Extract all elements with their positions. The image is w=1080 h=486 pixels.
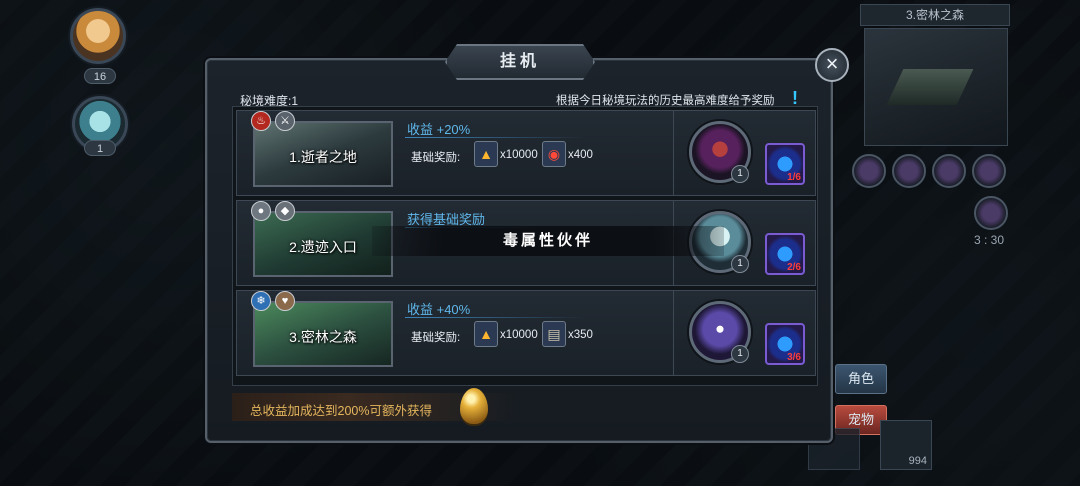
pet-3-level: 1 [731, 345, 749, 363]
inventory-count: 994 [908, 455, 927, 467]
golden-egg-icon[interactable] [460, 388, 488, 424]
upgrade-arrow-icon[interactable]: ▲ [474, 141, 498, 167]
crystal-count: 2/6 [787, 262, 801, 273]
row-divider [673, 111, 674, 195]
stage-3-scene[interactable]: 3.密林之森 [253, 301, 393, 367]
stage-1-name: 1.逝者之地 [289, 149, 357, 165]
tab-role[interactable]: 角色 [835, 364, 887, 394]
skill-icon-4[interactable] [972, 154, 1006, 188]
snowflake-icon: ❄ [251, 291, 271, 311]
hero-2-level: 1 [84, 140, 116, 156]
skill-icon-3[interactable] [932, 154, 966, 188]
stage-row-1[interactable]: 1.逝者之地 ♨ ⚔ 收益 +20% 基础奖励: ▲ x10000 ◉ x400… [236, 110, 816, 196]
reward-a-qty: x10000 [500, 329, 538, 341]
pet-tooltip: 毒属性伙伴 [372, 226, 724, 256]
stage-3-name: 3.密林之森 [289, 329, 357, 345]
minimap[interactable] [864, 28, 1008, 146]
shield-icon: ◆ [275, 201, 295, 221]
skill-icon-2[interactable] [892, 154, 926, 188]
reward-b-qty: x350 [568, 329, 593, 341]
heart-icon: ♥ [275, 291, 295, 311]
blue-crystal-icon[interactable]: 2/6 [765, 233, 805, 275]
stage-2-name: 2.遗迹入口 [289, 239, 357, 255]
base-reward-label: 基础奖励: [411, 152, 461, 164]
fire-icon: ♨ [251, 111, 271, 131]
bonus-underline [405, 317, 585, 318]
stage-1-scene[interactable]: 1.逝者之地 [253, 121, 393, 187]
reward-a-qty: x10000 [500, 149, 538, 161]
inventory-slot[interactable]: 994 [880, 420, 932, 470]
skill-icon-1[interactable] [852, 154, 886, 188]
footer-text: 总收益加成达到200%可额外获得 [250, 404, 432, 418]
hero-1-level: 16 [84, 68, 116, 84]
crystal-count: 1/6 [787, 172, 801, 183]
panel-title: 挂机 [445, 44, 595, 80]
bonus-underline [405, 137, 585, 138]
stage-row-3[interactable]: 3.密林之森 ❄ ♥ 收益 +40% 基础奖励: ▲ x10000 ▤ x350… [236, 290, 816, 376]
scroll-icon[interactable]: ▤ [542, 321, 566, 347]
crossed-swords-icon[interactable] [974, 196, 1008, 230]
battle-timer: 3 : 30 [974, 233, 1005, 247]
pet-1-level: 1 [731, 165, 749, 183]
stage-1-bonus: 收益 +20% [407, 122, 471, 137]
drop-icon: ● [251, 201, 271, 221]
pet-2-level: 1 [731, 255, 749, 273]
sword-icon: ⚔ [275, 111, 295, 131]
row-divider [673, 291, 674, 375]
close-button[interactable]: × [815, 48, 849, 82]
reward-b-qty: x400 [568, 149, 593, 161]
stage-3-bonus: 收益 +40% [407, 302, 471, 317]
red-gem-icon[interactable]: ◉ [542, 141, 566, 167]
hero-avatar-1[interactable] [70, 8, 126, 64]
blue-crystal-icon[interactable]: 3/6 [765, 323, 805, 365]
minimap-title: 3.密林之森 [860, 4, 1010, 26]
crystal-count: 3/6 [787, 352, 801, 363]
blue-crystal-icon[interactable]: 1/6 [765, 143, 805, 185]
base-reward-label: 基础奖励: [411, 332, 461, 344]
upgrade-arrow-icon[interactable]: ▲ [474, 321, 498, 347]
